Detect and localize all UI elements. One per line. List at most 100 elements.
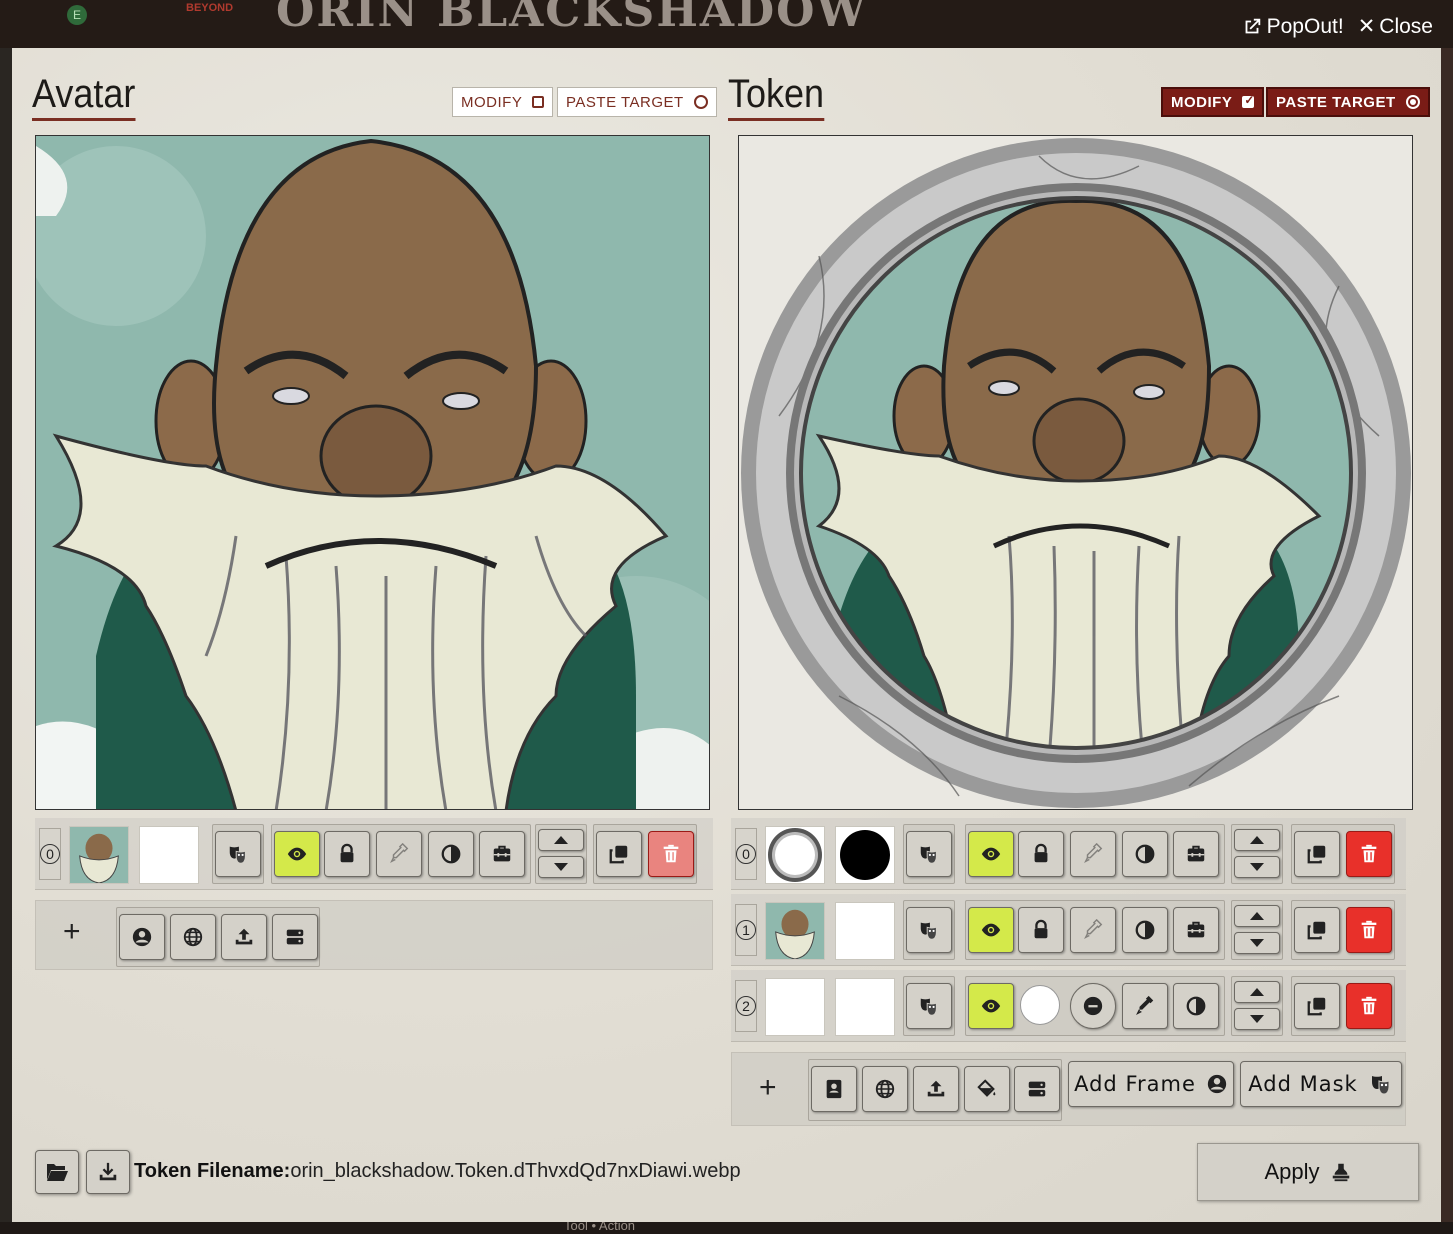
brand-label: BEYOND	[186, 2, 234, 14]
layer-mask-thumbnail[interactable]	[835, 902, 895, 960]
open-folder-button[interactable]	[35, 1150, 79, 1194]
avatar-modify-toggle[interactable]: MODIFY	[452, 87, 554, 117]
add-from-portrait-button[interactable]	[811, 1066, 857, 1112]
mask-toggle-button[interactable]	[906, 983, 952, 1029]
layer-mask-thumbnail[interactable]	[835, 978, 895, 1036]
delete-layer-button[interactable]	[1346, 831, 1392, 877]
token-editor-modal: Avatar MODIFY PASTE TARGET 0 + Token MOD…	[12, 48, 1441, 1222]
popout-label: PopOut!	[1266, 14, 1344, 38]
color-picker-button[interactable]	[376, 831, 422, 877]
toolbox-button[interactable]	[1173, 907, 1219, 953]
adjust-button[interactable]	[1173, 983, 1219, 1029]
server-button[interactable]	[1014, 1066, 1060, 1112]
visibility-toggle-button[interactable]	[968, 983, 1014, 1029]
mask-group	[212, 824, 264, 884]
download-button[interactable]	[86, 1150, 130, 1194]
mask-toggle-button[interactable]	[215, 831, 261, 877]
apply-button[interactable]: Apply	[1197, 1143, 1419, 1201]
move-down-button[interactable]	[1234, 932, 1280, 954]
globe-icon	[183, 927, 203, 947]
toolbox-button[interactable]	[1173, 831, 1219, 877]
token-preview[interactable]	[738, 135, 1413, 810]
duplicate-layer-button[interactable]	[1294, 907, 1340, 953]
color-picker-button[interactable]	[1070, 907, 1116, 953]
caret-up-icon	[1250, 988, 1264, 996]
visibility-toggle-button[interactable]	[968, 907, 1014, 953]
mask-toggle-button[interactable]	[906, 907, 952, 953]
token-modify-label: MODIFY	[1171, 93, 1233, 111]
layer-manage-group	[1291, 900, 1395, 960]
layer-manage-group	[1291, 976, 1395, 1036]
upload-button[interactable]	[221, 914, 267, 960]
delete-layer-button[interactable]	[648, 831, 694, 877]
popout-button[interactable]: PopOut!	[1241, 15, 1344, 39]
duplicate-layer-button[interactable]	[1294, 983, 1340, 1029]
move-down-button[interactable]	[1234, 1008, 1280, 1030]
move-up-button[interactable]	[1234, 829, 1280, 851]
server-button[interactable]	[272, 914, 318, 960]
close-button[interactable]: ✕ Close	[1358, 14, 1433, 39]
toolbox-icon	[1187, 921, 1205, 938]
layer-image-thumbnail[interactable]	[765, 826, 825, 884]
avatar-preview[interactable]	[35, 135, 710, 810]
token-paste-target-toggle[interactable]: PASTE TARGET	[1266, 87, 1430, 117]
lock-button[interactable]	[324, 831, 370, 877]
upload-button[interactable]	[913, 1066, 959, 1112]
layer-image-thumbnail[interactable]	[765, 902, 825, 960]
lock-button[interactable]	[1018, 831, 1064, 877]
move-up-button[interactable]	[538, 829, 584, 851]
adjust-button[interactable]	[1122, 831, 1168, 877]
add-frame-button[interactable]: Add Frame	[1068, 1061, 1234, 1107]
adjust-button[interactable]	[428, 831, 474, 877]
color-picker-button[interactable]	[1122, 983, 1168, 1029]
avatar-paste-target-toggle[interactable]: PASTE TARGET	[557, 87, 717, 117]
fill-layer-button[interactable]	[964, 1066, 1010, 1112]
add-layer-button[interactable]: +	[759, 1071, 777, 1105]
trash-icon	[1361, 996, 1377, 1015]
filename-value: orin_blackshadow.Token.dThvxdQd7nxDiawi.…	[290, 1160, 741, 1182]
avatar-add-layer-bar: +	[35, 900, 713, 970]
token-modify-toggle[interactable]: MODIFY	[1161, 87, 1265, 117]
copy-icon	[609, 845, 628, 864]
close-label: Close	[1379, 14, 1433, 38]
add-from-url-button[interactable]	[170, 914, 216, 960]
color-picker-button[interactable]	[1070, 831, 1116, 877]
add-from-url-button[interactable]	[862, 1066, 908, 1112]
add-source-group	[116, 907, 320, 967]
layer-mask-thumbnail[interactable]	[835, 826, 895, 884]
toolbox-button[interactable]	[479, 831, 525, 877]
order-group	[535, 824, 587, 884]
duplicate-layer-button[interactable]	[596, 831, 642, 877]
delete-layer-button[interactable]	[1346, 907, 1392, 953]
theater-masks-icon	[920, 846, 937, 864]
mask-group	[903, 900, 955, 960]
add-layer-button[interactable]: +	[63, 915, 81, 949]
layer-image-thumbnail[interactable]	[765, 978, 825, 1036]
avatar-title: Avatar	[32, 72, 136, 121]
lock-button[interactable]	[1018, 907, 1064, 953]
caret-up-icon	[1250, 836, 1264, 844]
visibility-toggle-button[interactable]	[274, 831, 320, 877]
radio-icon	[693, 95, 708, 109]
layer-mask-thumbnail[interactable]	[139, 826, 199, 884]
duplicate-layer-button[interactable]	[1294, 831, 1340, 877]
layer-index: 0	[39, 828, 61, 880]
delete-layer-button[interactable]	[1346, 983, 1392, 1029]
adjust-button[interactable]	[1122, 907, 1168, 953]
move-up-button[interactable]	[1234, 981, 1280, 1003]
background-bottom	[0, 1222, 1453, 1234]
fill-color-swatch[interactable]	[1020, 985, 1060, 1025]
add-mask-button[interactable]: Add Mask	[1240, 1061, 1402, 1107]
move-down-button[interactable]	[1234, 856, 1280, 878]
layer-image-thumbnail[interactable]	[69, 826, 129, 884]
copy-icon	[1307, 997, 1326, 1016]
token-filename: Token Filename:orin_blackshadow.Token.dT…	[134, 1160, 741, 1183]
add-from-portrait-button[interactable]	[119, 914, 165, 960]
copy-icon	[1307, 845, 1326, 864]
layer-index: 1	[735, 904, 757, 956]
move-up-button[interactable]	[1234, 905, 1280, 927]
move-down-button[interactable]	[538, 856, 584, 878]
remove-fill-button[interactable]	[1070, 983, 1116, 1029]
visibility-toggle-button[interactable]	[968, 831, 1014, 877]
mask-toggle-button[interactable]	[906, 831, 952, 877]
